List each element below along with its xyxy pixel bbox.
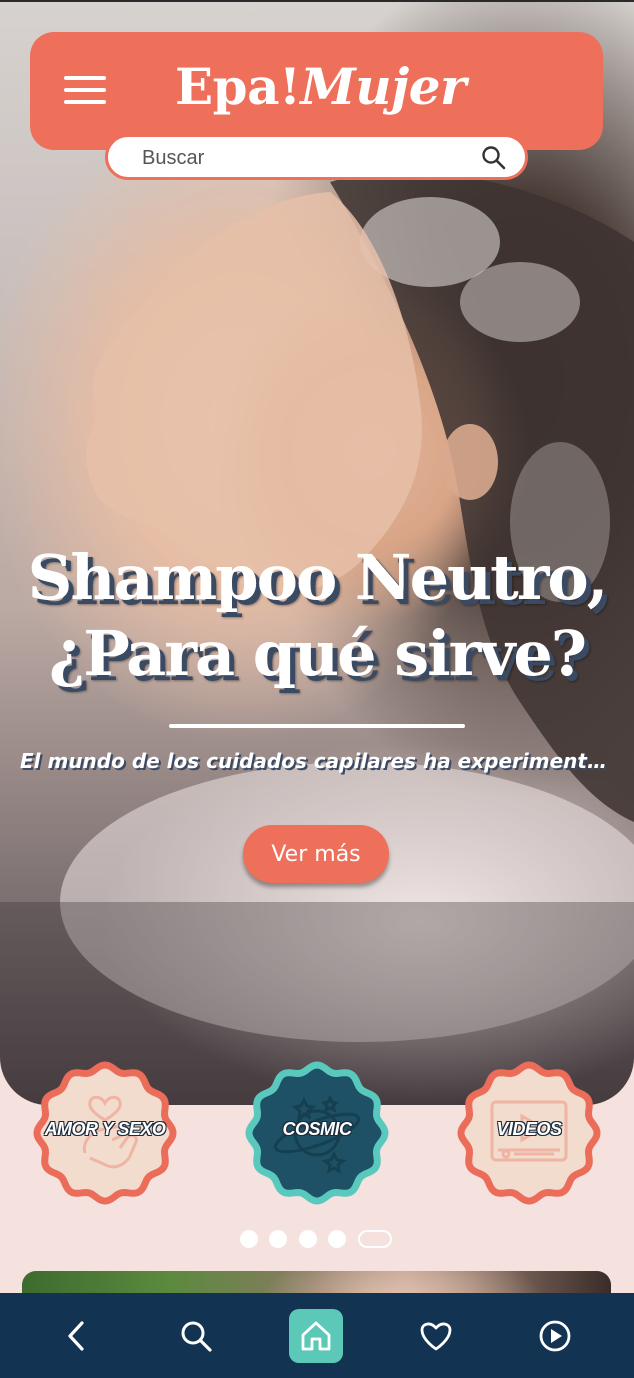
logo-text-epa: Epa! bbox=[175, 57, 301, 116]
category-cosmic[interactable]: COSMIC bbox=[242, 1058, 392, 1208]
nav-home-button[interactable] bbox=[289, 1309, 343, 1363]
nav-back-button[interactable] bbox=[50, 1309, 104, 1363]
bottom-navigation bbox=[0, 1293, 634, 1378]
category-label: VIDEOS bbox=[496, 1119, 562, 1139]
hero-excerpt: El mundo de los cuidados capilares ha ex… bbox=[20, 749, 614, 773]
nav-search-button[interactable] bbox=[169, 1309, 223, 1363]
hero-title-line-2: ¿Para qué sirve? bbox=[48, 617, 587, 690]
carousel-dot[interactable] bbox=[240, 1230, 258, 1248]
hero-title-line-1: Shampoo Neutro, bbox=[27, 541, 609, 614]
category-videos[interactable]: VIDEOS bbox=[454, 1058, 604, 1208]
carousel-dot-active[interactable] bbox=[358, 1230, 392, 1248]
app-header: Epa!Mujer bbox=[30, 32, 603, 150]
back-icon bbox=[68, 1321, 84, 1351]
category-label: AMOR Y SEXO bbox=[44, 1119, 166, 1139]
heart-icon bbox=[420, 1322, 452, 1351]
carousel-dot[interactable] bbox=[328, 1230, 346, 1248]
nav-videos-button[interactable] bbox=[528, 1309, 582, 1363]
app-logo[interactable]: Epa!Mujer bbox=[175, 52, 466, 122]
hero-title: Shampoo Neutro, ¿Para qué sirve? bbox=[0, 540, 634, 692]
hero-divider bbox=[169, 724, 465, 728]
hamburger-menu-icon[interactable] bbox=[64, 74, 106, 106]
search-bar[interactable] bbox=[105, 134, 528, 180]
ver-mas-button[interactable]: Ver más bbox=[243, 825, 389, 883]
play-icon bbox=[539, 1320, 571, 1352]
nav-favorites-button[interactable] bbox=[409, 1309, 463, 1363]
category-label: COSMIC bbox=[282, 1119, 353, 1139]
search-icon bbox=[181, 1321, 212, 1352]
category-amor-y-sexo[interactable]: AMOR Y SEXO bbox=[30, 1058, 180, 1208]
carousel-dot[interactable] bbox=[269, 1230, 287, 1248]
logo-text-mujer: Mujer bbox=[300, 57, 466, 116]
search-icon[interactable] bbox=[481, 145, 507, 171]
carousel-dot[interactable] bbox=[299, 1230, 317, 1248]
carousel-indicator bbox=[238, 1229, 398, 1249]
home-icon bbox=[301, 1321, 331, 1351]
search-input[interactable] bbox=[142, 144, 462, 172]
